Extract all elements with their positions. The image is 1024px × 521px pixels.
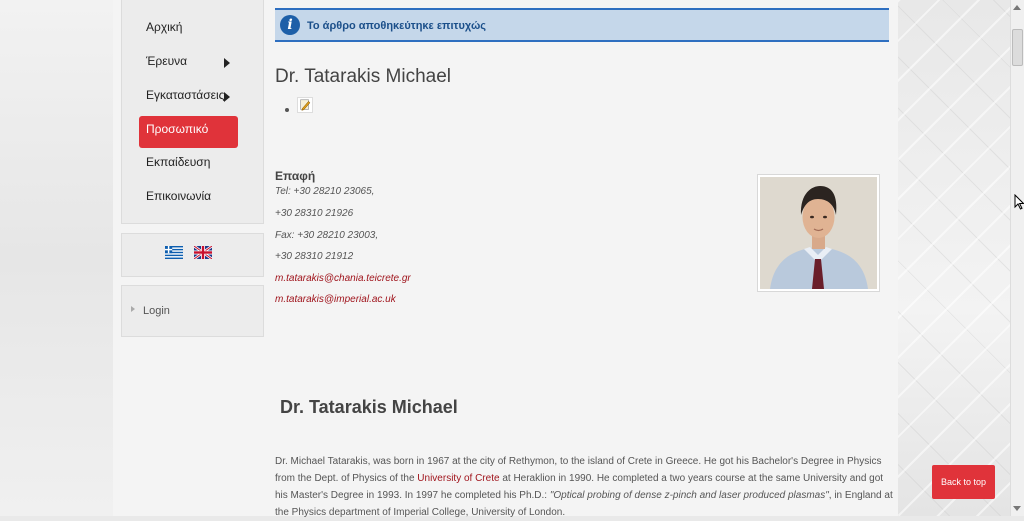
- submenu-arrow-icon[interactable]: [224, 92, 230, 102]
- bio-heading: Dr. Tatarakis Michael: [280, 397, 458, 417]
- vertical-scrollbar[interactable]: [1010, 0, 1024, 516]
- profile-photo: [757, 174, 880, 292]
- mouse-cursor-icon: [1014, 194, 1024, 210]
- contact-tel-2: +30 28310 21926: [275, 208, 354, 219]
- success-notice: i Το άρθρο αποθηκεύτηκε επιτυχώς: [275, 8, 889, 42]
- notice-text: Το άρθρο αποθηκεύτηκε επιτυχώς: [307, 20, 486, 32]
- scroll-up-icon[interactable]: [1013, 5, 1021, 10]
- login-module: Login: [121, 285, 264, 337]
- background-right: [898, 0, 1010, 516]
- contact-fax-2: +30 28310 21912: [275, 251, 354, 262]
- menu-item-staff[interactable]: Προσωπικό: [139, 116, 238, 148]
- list-bullet: [285, 108, 289, 112]
- bullet-arrow-icon: [131, 306, 135, 312]
- email-link[interactable]: m.tatarakis@chania.teicrete.gr: [275, 273, 411, 284]
- university-link[interactable]: University of Crete: [417, 473, 499, 484]
- background-left: [0, 0, 113, 516]
- email-link[interactable]: m.tatarakis@imperial.ac.uk: [275, 294, 396, 305]
- menu-item-contact[interactable]: Επικοινωνία: [146, 189, 211, 203]
- menu-item-home[interactable]: Αρχική: [146, 20, 182, 34]
- submenu-arrow-icon[interactable]: [224, 58, 230, 68]
- greek-flag-icon[interactable]: [165, 246, 183, 259]
- page-title: Dr. Tatarakis Michael: [275, 66, 451, 87]
- info-icon: i: [280, 15, 300, 35]
- back-to-top-button[interactable]: Back to top: [932, 465, 995, 499]
- uk-flag-icon[interactable]: [194, 246, 212, 259]
- scroll-down-icon[interactable]: [1013, 506, 1021, 511]
- login-link[interactable]: Login: [143, 305, 170, 317]
- scrollbar-thumb[interactable]: [1012, 29, 1023, 66]
- language-switcher: [121, 233, 264, 277]
- contact-heading: Επαφή: [275, 169, 316, 183]
- edit-icon[interactable]: [297, 97, 313, 113]
- menu-item-facilities[interactable]: Εγκαταστάσεις: [146, 88, 224, 102]
- menu-item-education[interactable]: Εκπαίδευση: [146, 155, 210, 169]
- bio-paragraph: Dr. Michael Tatarakis, was born in 1967 …: [275, 453, 893, 521]
- menu-item-research[interactable]: Έρευνα: [146, 54, 187, 68]
- contact-fax: Fax: +30 28210 23003,: [275, 230, 379, 241]
- thesis-title: "Optical probing of dense z-pinch and la…: [549, 490, 829, 501]
- contact-tel: Tel: +30 28210 23065,: [275, 186, 375, 197]
- main-menu: Αρχική Έρευνα Εγκαταστάσεις Προσωπικό Εκ…: [121, 0, 264, 224]
